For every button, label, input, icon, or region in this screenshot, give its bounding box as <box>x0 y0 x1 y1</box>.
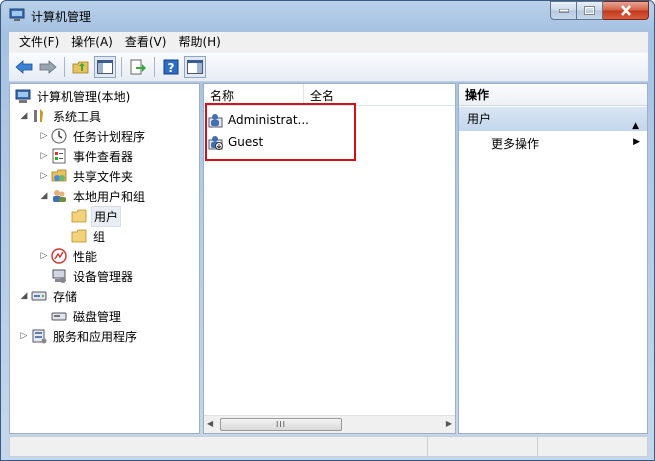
computer-icon <box>14 88 32 104</box>
tree-item-root[interactable]: 计算机管理(本地) <box>14 86 132 106</box>
forward-arrow-icon <box>39 60 57 74</box>
computer-management-icon <box>9 8 25 22</box>
tree-item-local-users-groups[interactable]: ◢ 本地用户和组 <box>38 186 147 206</box>
shared-folder-icon <box>50 168 68 184</box>
menu-help[interactable]: 帮助(H) <box>172 32 226 53</box>
disk-icon <box>50 308 68 324</box>
back-arrow-icon <box>15 60 33 74</box>
tree-item-task-scheduler[interactable]: ▷ 任务计划程序 <box>38 126 147 146</box>
folder-up-icon <box>72 61 89 74</box>
action-pane-icon <box>187 60 203 74</box>
actions-section-users[interactable]: 用户 ▲ <box>459 107 647 131</box>
more-actions-item[interactable]: 更多操作 <box>491 135 539 152</box>
tree-item-groups[interactable]: 组 <box>58 226 107 246</box>
menu-action[interactable]: 操作(A) <box>65 32 119 53</box>
clock-icon <box>50 128 68 144</box>
minimize-button[interactable] <box>550 1 577 20</box>
highlight-annotation-box <box>205 103 356 161</box>
expand-arrow-icon[interactable]: ▷ <box>38 151 50 161</box>
tree-item-disk-management[interactable]: 磁盘管理 <box>50 306 123 326</box>
export-list-button[interactable] <box>127 56 149 78</box>
status-bar <box>9 436 648 457</box>
menu-view[interactable]: 查看(V) <box>119 32 173 53</box>
submenu-arrow-icon: ▶ <box>633 137 640 147</box>
tools-icon <box>30 108 48 124</box>
collapse-arrow-icon[interactable]: ◢ <box>18 111 30 121</box>
folder-icon <box>70 208 88 224</box>
toolbar-separator <box>64 57 65 77</box>
console-tree[interactable]: 计算机管理(本地) ◢ 系统工具 ▷ 任务计划程序 ▷ 事件查看器 ▷ 共享文件… <box>9 83 200 434</box>
scrollbar-thumb[interactable]: III <box>220 418 342 431</box>
expand-arrow-icon[interactable]: ▷ <box>18 331 30 341</box>
scroll-left-arrow-icon[interactable]: ◀ <box>207 419 213 428</box>
storage-icon <box>30 288 48 304</box>
tree-item-services-apps[interactable]: ▷ 服务和应用程序 <box>18 326 139 346</box>
menu-bar: 文件(F) 操作(A) 查看(V) 帮助(H) <box>9 32 648 53</box>
actions-pane: 操作 用户 ▲ 更多操作 ▶ <box>458 83 648 434</box>
back-button[interactable] <box>13 56 35 78</box>
tree-item-shared-folders[interactable]: ▷ 共享文件夹 <box>38 166 135 186</box>
status-segment <box>428 437 538 456</box>
computer-management-window: 计算机管理 文件(F) 操作(A) 查看(V) 帮助(H) ? 计算机管理(本地… <box>0 0 655 461</box>
show-hide-action-pane-button[interactable] <box>184 56 206 78</box>
toolbar-separator <box>154 57 155 77</box>
menu-file[interactable]: 文件(F) <box>13 32 65 53</box>
expand-arrow-icon[interactable]: ▷ <box>38 251 50 261</box>
close-button[interactable] <box>603 1 649 20</box>
tree-item-storage[interactable]: ◢ 存储 <box>18 286 79 306</box>
console-tree-icon <box>97 60 113 74</box>
forward-button[interactable] <box>37 56 59 78</box>
toolbar: ? <box>9 53 648 82</box>
expand-arrow-icon[interactable]: ▷ <box>38 131 50 141</box>
up-level-button[interactable] <box>70 56 92 78</box>
title-bar[interactable]: 计算机管理 <box>1 1 654 31</box>
show-hide-tree-button[interactable] <box>94 56 116 78</box>
toolbar-separator <box>121 57 122 77</box>
help-icon: ? <box>163 59 179 75</box>
maximize-button[interactable] <box>577 1 603 20</box>
help-button[interactable]: ? <box>160 56 182 78</box>
collapse-arrow-icon[interactable]: ◢ <box>18 291 30 301</box>
performance-icon <box>50 248 68 264</box>
event-viewer-icon <box>50 148 68 164</box>
status-segment <box>10 437 428 456</box>
horizontal-scrollbar[interactable]: ◀ III ▶ <box>204 415 455 433</box>
collapse-up-icon[interactable]: ▲ <box>632 114 639 138</box>
expand-arrow-icon[interactable]: ▷ <box>38 171 50 181</box>
tree-item-event-viewer[interactable]: ▷ 事件查看器 <box>38 146 135 166</box>
folder-icon <box>70 228 88 244</box>
tree-item-performance[interactable]: ▷ 性能 <box>38 246 99 266</box>
services-icon <box>30 328 48 344</box>
tree-item-users[interactable]: 用户 <box>58 205 122 227</box>
device-manager-icon <box>50 268 68 284</box>
actions-header: 操作 <box>459 84 647 106</box>
scroll-right-arrow-icon[interactable]: ▶ <box>446 419 452 428</box>
window-title: 计算机管理 <box>31 10 92 24</box>
tree-item-system-tools[interactable]: ◢ 系统工具 <box>18 106 103 126</box>
tree-item-device-manager[interactable]: 设备管理器 <box>50 266 135 286</box>
users-group-icon <box>50 188 68 204</box>
export-icon <box>130 59 146 75</box>
svg-text:?: ? <box>168 61 175 75</box>
status-segment <box>538 437 647 456</box>
collapse-arrow-icon[interactable]: ◢ <box>38 191 50 201</box>
